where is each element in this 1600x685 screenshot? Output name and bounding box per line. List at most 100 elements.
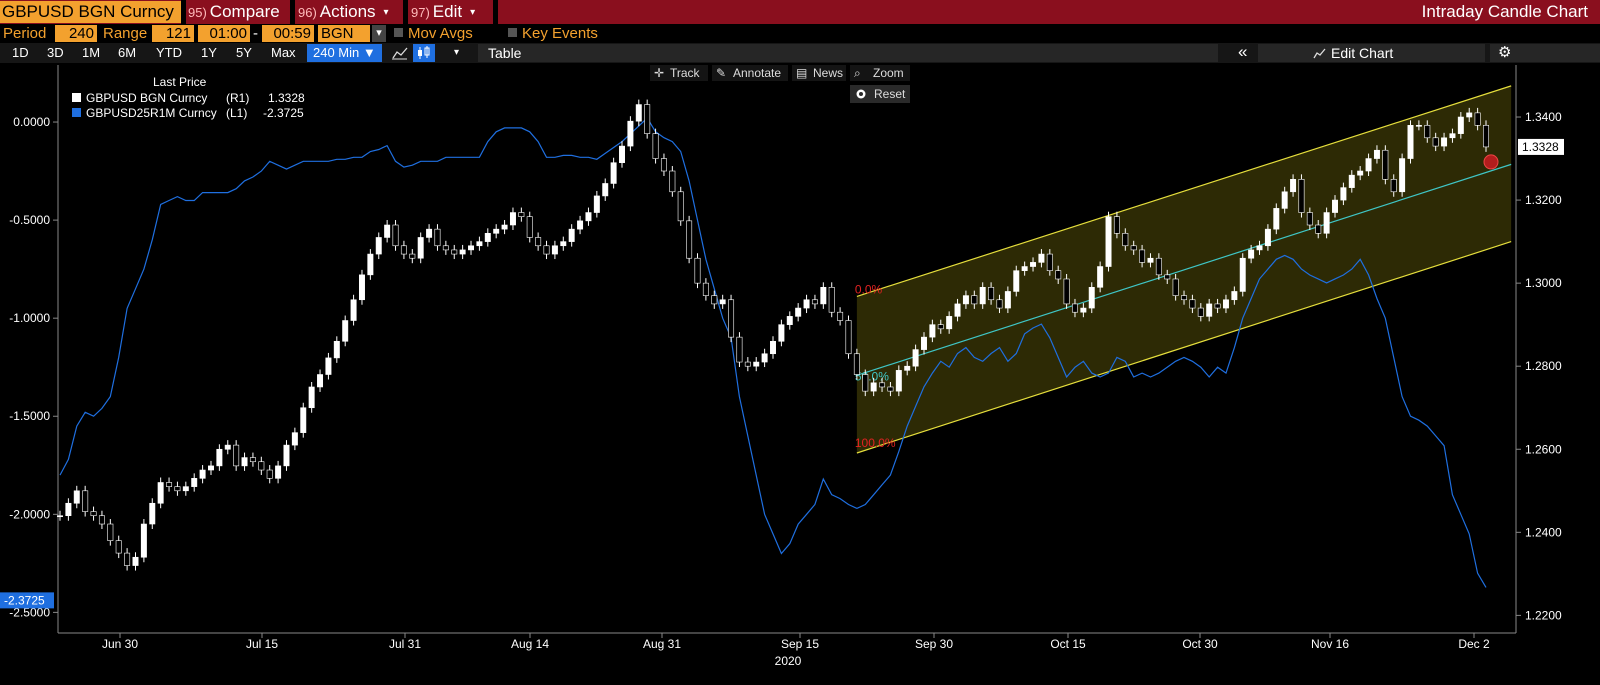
candle-body (73, 490, 80, 504)
candle-body (1373, 149, 1380, 159)
candle-body (317, 374, 324, 388)
mov-avgs-toggle[interactable]: Mov Avgs (394, 25, 473, 42)
candle-body (627, 120, 634, 147)
compare-menu[interactable]: 95) Compare (188, 0, 280, 24)
range-ytd[interactable]: YTD (156, 43, 182, 63)
pricing-source-field[interactable]: BGN (318, 25, 370, 42)
range-6m[interactable]: 6M (118, 43, 136, 63)
candle-body (1424, 125, 1431, 139)
range-field[interactable]: 121 (152, 25, 194, 42)
period-field[interactable]: 240 (55, 25, 97, 42)
candle-body (409, 253, 416, 259)
left-tick-label: -1.0000 (9, 311, 50, 325)
candle-body (308, 386, 315, 409)
candle-body (57, 515, 63, 518)
candle-body (677, 191, 684, 222)
candle-body (1046, 253, 1053, 271)
news-tool[interactable]: ▤ News (792, 65, 846, 81)
candle-body (1466, 112, 1473, 118)
candle-body (895, 370, 902, 392)
candle-body (1306, 212, 1313, 226)
candle-body (1038, 253, 1045, 263)
candle-body (333, 340, 340, 359)
source-dropdown-button[interactable]: ▾ (372, 25, 386, 42)
function-titlebar: GBPUSD BGN Curncy 95) Compare 96) Actions ▾… (0, 0, 1600, 24)
candle-body (400, 245, 407, 255)
price-chart[interactable]: 0.0000-0.5000-1.0000-1.5000-2.0000-2.500… (0, 63, 1600, 685)
right-tick-label: 1.3400 (1525, 110, 1562, 124)
candle-body (635, 104, 642, 122)
table-button[interactable]: Table (488, 43, 521, 63)
track-tool[interactable]: ✛ Track (650, 65, 708, 81)
range-max[interactable]: Max (271, 43, 296, 63)
candle-body (1122, 233, 1129, 247)
key-events-toggle[interactable]: Key Events (508, 25, 598, 42)
candle-body (166, 482, 173, 487)
end-time-field[interactable]: 00:59 (262, 25, 314, 42)
x-tick-label: Sep 15 (781, 637, 819, 651)
legend-value-spot: 1.3328 (268, 91, 305, 105)
range-1y[interactable]: 1Y (201, 43, 217, 63)
legend-axis-rr: (L1) (226, 106, 247, 120)
chart-type-dropdown[interactable]: ▾ (454, 43, 459, 63)
interval-dropdown[interactable]: 240 Min ▼ (307, 44, 382, 62)
candle-body (1231, 291, 1238, 301)
line-chart-icon[interactable] (392, 43, 414, 63)
channel-label-bottom: 100.0% (855, 436, 896, 450)
crosshair-icon: ✛ (654, 66, 664, 80)
actions-menu[interactable]: 96) Actions ▾ (298, 0, 389, 24)
zoom-tool[interactable]: ⌕ Zoom (850, 65, 910, 81)
candle-body (384, 224, 391, 238)
candle-body (1457, 116, 1464, 134)
right-tick-label: 1.2400 (1525, 525, 1562, 539)
candle-body (1483, 125, 1489, 148)
edit-menu[interactable]: 97) Edit ▾ (411, 0, 475, 24)
candle-body (468, 245, 475, 251)
candle-body (275, 465, 282, 479)
start-time-field[interactable]: 01:00 (198, 25, 250, 42)
candle-body (493, 228, 500, 234)
gear-icon[interactable]: ⚙ (1498, 43, 1511, 63)
range-1m[interactable]: 1M (82, 43, 100, 63)
candle-body (342, 320, 349, 342)
legend-swatch-rr (72, 108, 81, 117)
candle-body (904, 365, 911, 371)
candle-body (1365, 158, 1372, 172)
candle-body (1004, 291, 1011, 309)
candle-body (208, 465, 214, 471)
candle-body (1063, 278, 1070, 305)
right-tick-label: 1.3000 (1525, 276, 1562, 290)
candle-body (98, 515, 105, 525)
range-5y[interactable]: 5Y (236, 43, 252, 63)
x-tick-label: Nov 16 (1311, 637, 1349, 651)
collapse-icon[interactable]: « (1238, 43, 1247, 63)
legend-title: Last Price (153, 75, 207, 89)
magnifier-icon: ⌕ (854, 66, 861, 80)
range-3d[interactable]: 3D (47, 43, 64, 63)
annotate-tool[interactable]: ✎ Annotate (712, 65, 788, 81)
candle-body (593, 195, 600, 213)
candle-chart-icon[interactable] (413, 44, 435, 62)
candle-body (1348, 174, 1355, 188)
candle-body (375, 237, 382, 255)
channel-label-mid: 50.0% (855, 369, 889, 383)
candle-body (249, 457, 256, 463)
edit-chart-button[interactable]: Edit Chart (1313, 43, 1393, 63)
candle-body (610, 162, 617, 184)
candle-body (182, 486, 189, 492)
candle-body (862, 374, 869, 392)
chart-toolbar: 1D 3D 1M 6M YTD 1Y 5Y Max 240 Min ▼ ▾ Ta… (0, 43, 1600, 63)
reset-tool[interactable]: Reset (850, 85, 910, 103)
candle-body (853, 353, 860, 375)
right-tick-label: 1.2200 (1525, 608, 1562, 622)
right-tick-label: 1.3200 (1525, 193, 1562, 207)
candle-body (283, 444, 290, 467)
candle-body (937, 324, 944, 330)
candle-body (543, 245, 550, 255)
candle-body (744, 361, 751, 367)
candle-body (367, 253, 374, 276)
security-field[interactable]: GBPUSD BGN Curncy (0, 1, 181, 23)
legend-name-spot: GBPUSD BGN Curncy (86, 91, 207, 105)
candle-body (392, 224, 399, 247)
range-1d[interactable]: 1D (12, 43, 29, 63)
